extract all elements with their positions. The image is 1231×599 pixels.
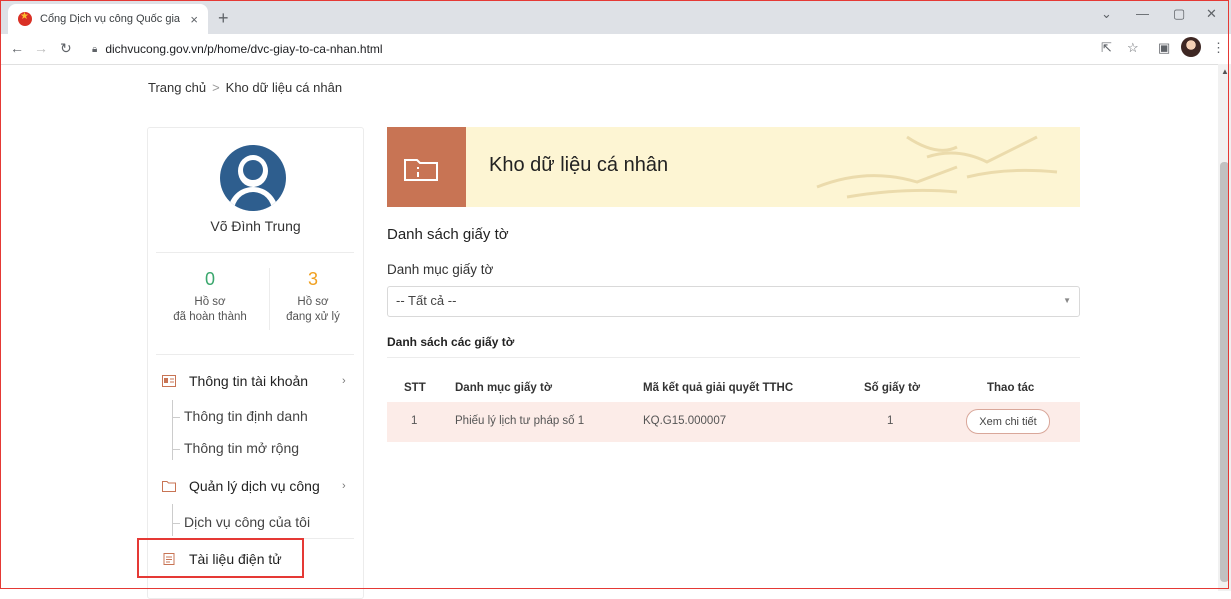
column-header-code: Mã kết quả giải quyết TTHC — [643, 382, 794, 394]
restore-icon[interactable]: ▢ — [1173, 6, 1185, 22]
cell-stt: 1 — [411, 415, 418, 427]
tab-title: Cổng Dịch vụ công Quốc gia — [40, 13, 181, 25]
column-header-action: Thao tác — [987, 382, 1035, 394]
sidebar-icon[interactable]: ▣ — [1158, 40, 1170, 56]
menu-services[interactable]: Quản lý dịch vụ công › — [162, 478, 346, 494]
stat-completed-label1: Hồ sơ — [194, 296, 226, 308]
divider — [156, 252, 354, 253]
category-select[interactable]: -- Tất cả -- ▼ — [387, 286, 1080, 317]
banner-title: Kho dữ liệu cá nhân — [489, 154, 669, 176]
scrollbar-thumb[interactable] — [1220, 162, 1229, 582]
page-scrollbar[interactable]: ▲ — [1218, 64, 1231, 591]
divider — [156, 354, 354, 355]
tree-line — [172, 504, 173, 536]
stat-completed-value: 0 — [204, 269, 215, 289]
forward-icon[interactable]: → — [34, 40, 48, 56]
breadcrumb: Trang chủ > Kho dữ liệu cá nhân — [148, 80, 342, 95]
chevron-right-icon: › — [342, 375, 346, 387]
divider — [387, 357, 1080, 358]
tab-search-icon[interactable]: ⌄ — [1101, 6, 1112, 22]
menu-item-my-services[interactable]: Dịch vụ công của tôi — [171, 514, 310, 530]
chevron-right-icon: › — [342, 480, 346, 492]
column-header-count: Số giấy tờ — [864, 382, 921, 394]
highlight-box — [137, 538, 304, 578]
column-header-category: Danh mục giấy tờ — [455, 382, 552, 394]
menu-icon[interactable]: ⋮ — [1212, 40, 1225, 56]
section-title: Danh sách giấy tờ — [387, 226, 509, 243]
back-icon[interactable]: ← — [10, 40, 24, 56]
stat-processing-label1: Hồ sơ — [297, 296, 329, 308]
column-header-stt: STT — [404, 382, 426, 394]
tab-close-icon[interactable]: × — [190, 12, 198, 27]
bird-pattern-icon — [816, 135, 1058, 199]
browser-toolbar: ← → ↻ 🔒︎ dichvucong.gov.vn/p/home/dvc-gi… — [0, 34, 1231, 65]
browser-tab[interactable]: Cổng Dịch vụ công Quốc gia × — [8, 4, 208, 34]
page-banner: Kho dữ liệu cá nhân — [387, 127, 1080, 207]
lock-icon: 🔒︎ — [92, 43, 98, 55]
view-detail-button[interactable]: Xem chi tiết — [966, 409, 1050, 434]
id-card-icon — [162, 375, 176, 387]
tree-line — [172, 400, 173, 460]
stat-completed-label2: đã hoàn thành — [173, 311, 247, 323]
user-sidebar: Võ Đình Trung 0 Hồ sơ đã hoàn thành 3 Hồ… — [147, 127, 364, 599]
folder-info-icon — [404, 159, 438, 181]
address-bar[interactable]: 🔒︎ dichvucong.gov.vn/p/home/dvc-giay-to-… — [92, 37, 1082, 61]
new-tab-icon[interactable]: + — [218, 8, 229, 29]
stat-completed[interactable]: 0 Hồ sơ đã hoàn thành — [154, 269, 266, 325]
close-window-icon[interactable]: ✕ — [1206, 6, 1217, 22]
site-favicon-icon — [18, 11, 32, 26]
menu-services-label: Quản lý dịch vụ công — [189, 478, 320, 494]
profile-avatar-icon[interactable] — [1181, 37, 1201, 57]
category-label: Danh mục giấy tờ — [387, 262, 494, 277]
stat-processing-value: 3 — [307, 269, 318, 289]
chevron-down-icon: ▼ — [1063, 296, 1071, 305]
star-icon[interactable]: ☆ — [1127, 40, 1139, 56]
menu-account[interactable]: Thông tin tài khoản › — [162, 373, 346, 389]
menu-item-extended-info[interactable]: Thông tin mở rộng — [171, 440, 299, 456]
stat-processing-label2: đang xử lý — [286, 311, 340, 323]
menu-item-id-info[interactable]: Thông tin định danh — [172, 408, 308, 424]
user-name: Võ Đình Trung — [210, 218, 301, 234]
stat-processing[interactable]: 3 Hồ sơ đang xử lý — [270, 269, 356, 325]
cell-code: KQ.G15.000007 — [643, 415, 727, 427]
cell-category: Phiếu lý lịch tư pháp số 1 — [455, 415, 585, 427]
menu-account-label: Thông tin tài khoản — [189, 373, 309, 389]
folder-icon — [162, 481, 176, 492]
browser-tab-bar: Cổng Dịch vụ công Quốc gia × + ⌄ — ▢ ✕ — [0, 0, 1231, 34]
url-text: dichvucong.gov.vn/p/home/dvc-giay-to-ca-… — [105, 42, 383, 56]
banner-icon-box — [387, 127, 466, 207]
breadcrumb-current: Kho dữ liệu cá nhân — [225, 80, 343, 95]
list-title: Danh sách các giấy tờ — [387, 335, 515, 349]
minimize-icon[interactable]: — — [1136, 6, 1149, 21]
user-avatar-icon — [220, 145, 286, 211]
breadcrumb-separator: > — [212, 80, 220, 95]
breadcrumb-home[interactable]: Trang chủ — [148, 80, 206, 95]
category-select-value: -- Tất cả -- — [396, 293, 457, 308]
cell-count: 1 — [887, 415, 894, 427]
reload-icon[interactable]: ↻ — [60, 40, 72, 57]
scroll-up-icon[interactable]: ▲ — [1221, 67, 1229, 76]
share-icon[interactable]: ⇱ — [1101, 40, 1112, 56]
